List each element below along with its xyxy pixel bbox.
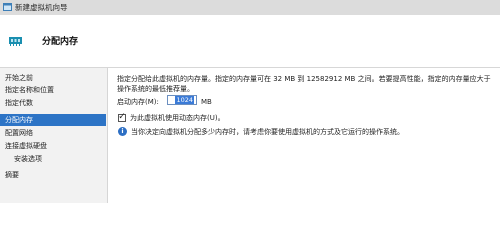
window-app-icon <box>3 3 12 11</box>
wizard-nav: 开始之前 指定名称和位置 指定代数 分配内存 配置网络 连接虚拟硬盘 安装选项 … <box>0 68 108 203</box>
page-title: 分配内存 <box>42 37 79 47</box>
nav-item-generation[interactable]: 指定代数 <box>0 97 106 109</box>
nav-item-install-options[interactable]: 安装选项 <box>0 153 106 165</box>
window-title: 新建虚拟机向导 <box>15 3 68 12</box>
memory-description: 指定分配给此虚拟机的内存量。指定的内存量可在 32 MB 到 12582912 … <box>117 75 491 93</box>
nav-item-configure-network[interactable]: 配置网络 <box>0 127 106 139</box>
startup-memory-label: 启动内存(M): <box>117 98 159 106</box>
startup-memory-unit: MB <box>201 98 212 106</box>
info-icon: i <box>118 127 127 136</box>
nav-item-connect-vhd[interactable]: 连接虚拟硬盘 <box>0 140 106 152</box>
memory-info-text: 当你决定向虚拟机分配多少内存时，请考虑你要使用虚拟机的方式及它运行的操作系统。 <box>131 128 404 136</box>
nav-item-summary[interactable]: 摘要 <box>0 169 106 181</box>
checkmark-icon: ✓ <box>118 112 126 122</box>
dynamic-memory-label[interactable]: 为此虚拟机使用动态内存(U)。 <box>130 113 225 123</box>
startup-memory-value: 1024 <box>175 96 194 104</box>
nav-item-assign-memory[interactable]: 分配内存 <box>0 114 106 126</box>
memory-chip-icon <box>9 37 22 46</box>
nav-item-name-location[interactable]: 指定名称和位置 <box>0 84 106 96</box>
title-bar <box>0 0 500 16</box>
startup-memory-input[interactable]: 1024 <box>167 95 197 105</box>
nav-item-before-you-begin[interactable]: 开始之前 <box>0 72 106 84</box>
